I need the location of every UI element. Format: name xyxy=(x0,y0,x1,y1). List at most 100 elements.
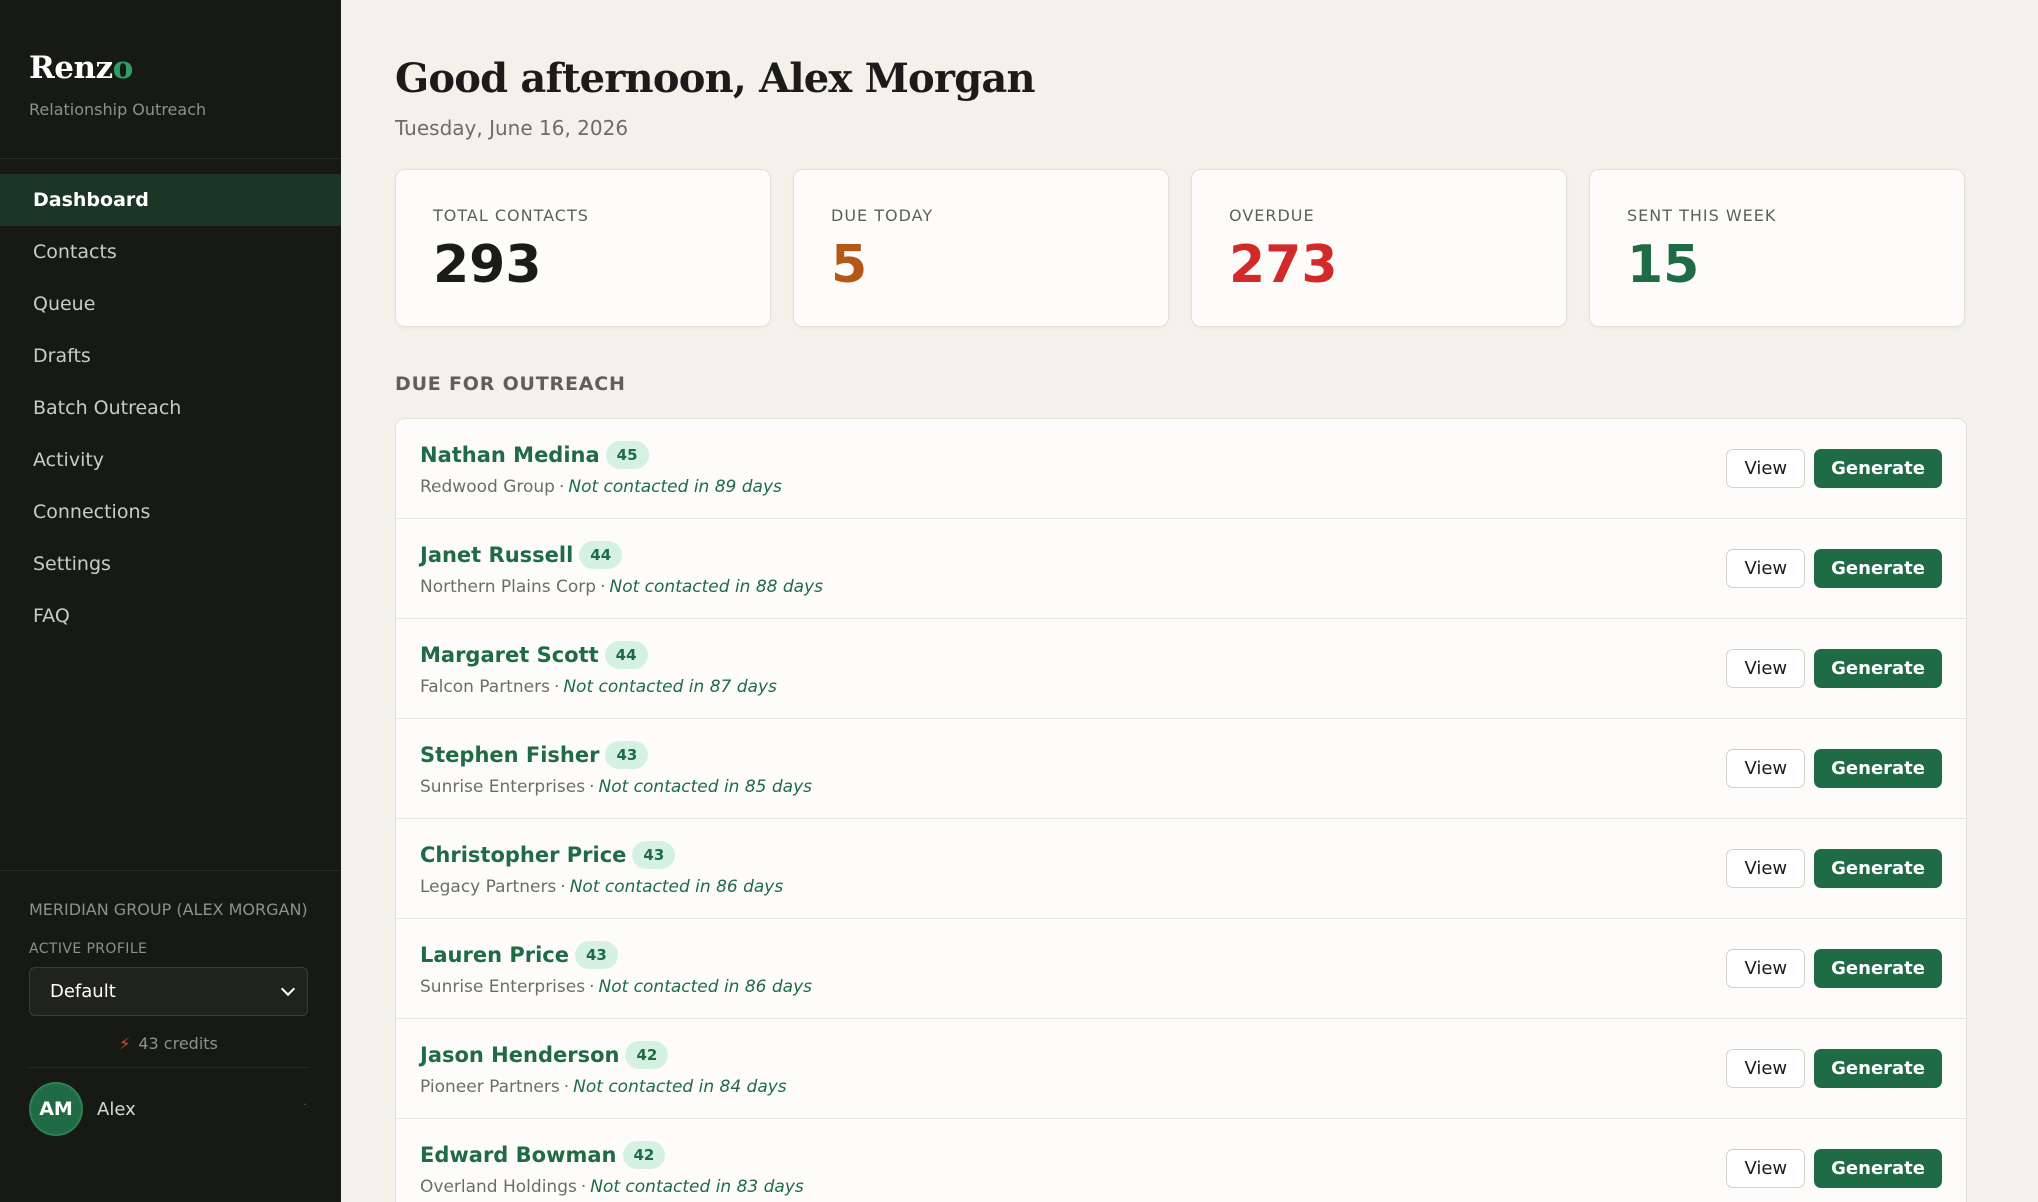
stat-label: SENT THIS WEEK xyxy=(1627,206,1777,225)
score-badge: 43 xyxy=(575,940,618,969)
stat-label: TOTAL CONTACTS xyxy=(433,206,589,225)
page-title: Good afternoon, Alex Morgan xyxy=(395,55,1036,102)
nav-item-activity[interactable]: Activity xyxy=(0,434,341,486)
company-name: Overland Holdings xyxy=(420,1176,577,1197)
score-badge: 44 xyxy=(604,640,648,669)
company-name: Legacy Partners xyxy=(420,876,557,897)
company-name: Northern Plains Corp xyxy=(420,576,597,597)
nav-item-dashboard[interactable]: Dashboard xyxy=(0,174,341,226)
nav-item-settings[interactable]: Settings xyxy=(0,538,341,590)
contact-name-link[interactable]: Edward Bowman xyxy=(420,1143,617,1167)
generate-button[interactable]: Generate xyxy=(1814,849,1942,888)
stat-value: 5 xyxy=(831,235,868,295)
caret-icon: ˙ xyxy=(302,1102,308,1116)
nav-item-drafts[interactable]: Drafts xyxy=(0,330,341,382)
generate-button[interactable]: Generate xyxy=(1814,449,1942,488)
view-button[interactable]: View xyxy=(1726,1049,1806,1088)
avatar: AM xyxy=(29,1082,83,1136)
list-item: Janet Russell 44 Northern Plains Corp · No… xyxy=(396,519,1966,619)
current-date: Tuesday, June 16, 2026 xyxy=(395,116,629,140)
contact-meta: Redwood Group · Not contacted in 89 days xyxy=(420,476,782,497)
nav-item-batch-outreach[interactable]: Batch Outreach xyxy=(0,382,341,434)
profile-select[interactable]: Default xyxy=(29,967,308,1016)
brand-name: Renz xyxy=(29,50,113,86)
company-name: Redwood Group xyxy=(420,476,555,497)
view-button[interactable]: View xyxy=(1726,949,1806,988)
last-contacted: Not contacted in 83 days xyxy=(590,1176,804,1197)
contact-meta: Northern Plains Corp · Not contacted in 88… xyxy=(420,576,824,597)
contact-meta: Legacy Partners · Not contacted in 86 days xyxy=(420,876,784,897)
contact-name-link[interactable]: Christopher Price xyxy=(420,843,626,867)
nav-item-queue[interactable]: Queue xyxy=(0,278,341,330)
contact-name-link[interactable]: Lauren Price xyxy=(420,943,569,967)
contact-meta: Sunrise Enterprises · Not contacted in 86 … xyxy=(420,976,813,997)
chevron-down-icon xyxy=(280,981,296,997)
generate-button[interactable]: Generate xyxy=(1814,1049,1942,1088)
stat-label: OVERDUE xyxy=(1229,206,1315,225)
stat-value: 273 xyxy=(1229,235,1338,295)
view-button[interactable]: View xyxy=(1726,1149,1806,1188)
contact-meta: Pioneer Partners · Not contacted in 84 day… xyxy=(420,1076,787,1097)
brand-logo[interactable]: Renzo xyxy=(29,50,312,86)
last-contacted: Not contacted in 86 days xyxy=(598,976,813,997)
contact-name-link[interactable]: Janet Russell xyxy=(420,543,573,567)
view-button[interactable]: View xyxy=(1726,549,1806,588)
credits-text: 43 credits xyxy=(138,1034,218,1053)
contact-name-link[interactable]: Stephen Fisher xyxy=(420,743,599,767)
active-profile-label: ACTIVE PROFILE xyxy=(29,941,148,957)
sidebar-footer: MERIDIAN GROUP (ALEX MORGAN) ACTIVE PROF… xyxy=(0,870,341,1202)
stat-card-sent-this-week: SENT THIS WEEK 15 xyxy=(1589,169,1965,327)
view-button[interactable]: View xyxy=(1726,749,1806,788)
stat-card-due-today: DUE TODAY 5 xyxy=(793,169,1169,327)
view-button[interactable]: View xyxy=(1726,649,1806,688)
nav-item-faq[interactable]: FAQ xyxy=(0,590,341,642)
stat-value: 15 xyxy=(1627,235,1700,295)
list-item: Stephen Fisher 43 Sunrise Enterprises · No… xyxy=(396,719,1966,819)
view-button[interactable]: View xyxy=(1726,849,1806,888)
stat-card-overdue: OVERDUE 273 xyxy=(1191,169,1567,327)
company-name: Falcon Partners xyxy=(420,676,550,697)
score-badge: 44 xyxy=(579,540,623,569)
score-badge: 43 xyxy=(632,840,676,869)
stat-card-total-contacts: TOTAL CONTACTS 293 xyxy=(395,169,771,327)
brand: Renzo Relationship Outreach xyxy=(0,0,341,159)
generate-button[interactable]: Generate xyxy=(1814,1149,1942,1188)
score-badge: 43 xyxy=(605,740,649,769)
last-contacted: Not contacted in 85 days xyxy=(598,776,813,797)
generate-button[interactable]: Generate xyxy=(1814,549,1942,588)
section-title: DUE FOR OUTREACH xyxy=(395,373,626,395)
contact-meta: Falcon Partners · Not contacted in 87 days xyxy=(420,676,777,697)
app: Renzo Relationship Outreach Dashboard Co… xyxy=(0,0,2038,1202)
view-button[interactable]: View xyxy=(1726,449,1806,488)
last-contacted: Not contacted in 88 days xyxy=(609,576,824,597)
bolt-icon: ⚡︎ xyxy=(119,1034,131,1053)
contact-name-link[interactable]: Jason Henderson xyxy=(420,1043,619,1067)
contact-name-link[interactable]: Nathan Medina xyxy=(420,443,600,467)
stat-label: DUE TODAY xyxy=(831,206,934,225)
sidebar-nav: Dashboard Contacts Queue Drafts Batch Ou… xyxy=(0,159,341,642)
last-contacted: Not contacted in 87 days xyxy=(563,676,777,697)
brand-name-accent: o xyxy=(112,50,134,86)
org-name: MERIDIAN GROUP (ALEX MORGAN) xyxy=(29,900,308,919)
list-item: Jason Henderson 42 Pioneer Partners · Not … xyxy=(396,1019,1966,1119)
sidebar: Renzo Relationship Outreach Dashboard Co… xyxy=(0,0,341,1202)
last-contacted: Not contacted in 89 days xyxy=(568,476,782,497)
stats-row: TOTAL CONTACTS 293 DUE TODAY 5 OVERDUE 2… xyxy=(395,169,2038,327)
list-item: Lauren Price 43 Sunrise Enterprises · Not … xyxy=(396,919,1966,1019)
list-item: Nathan Medina 45 Redwood Group · Not conta… xyxy=(396,419,1966,519)
outreach-list: Nathan Medina 45 Redwood Group · Not conta… xyxy=(395,418,1967,1202)
list-item: Edward Bowman 42 Overland Holdings · Not c… xyxy=(396,1119,1966,1202)
generate-button[interactable]: Generate xyxy=(1814,749,1942,788)
last-contacted: Not contacted in 86 days xyxy=(569,876,784,897)
nav-item-contacts[interactable]: Contacts xyxy=(0,226,341,278)
contact-name-link[interactable]: Margaret Scott xyxy=(420,643,599,667)
generate-button[interactable]: Generate xyxy=(1814,949,1942,988)
list-item: Margaret Scott 44 Falcon Partners · Not co… xyxy=(396,619,1966,719)
brand-tagline: Relationship Outreach xyxy=(29,100,207,119)
nav-item-connections[interactable]: Connections xyxy=(0,486,341,538)
user-name: Alex xyxy=(97,1098,136,1120)
contact-meta: Overland Holdings · Not contacted in 83 da… xyxy=(420,1176,804,1197)
user-menu[interactable]: AM Alex ˙ xyxy=(29,1082,308,1136)
generate-button[interactable]: Generate xyxy=(1814,649,1942,688)
profile-select-value: Default xyxy=(50,981,116,1002)
